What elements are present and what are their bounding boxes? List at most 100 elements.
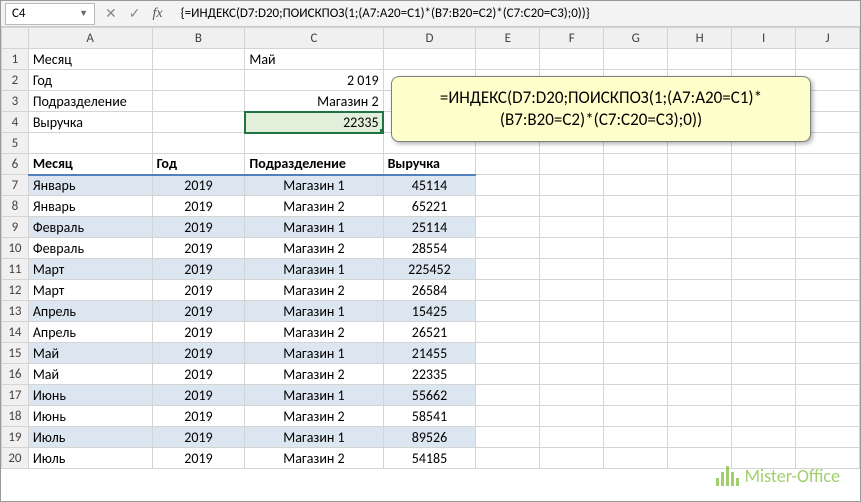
- cell-year[interactable]: 2019: [152, 427, 245, 448]
- cell-year[interactable]: 2019: [152, 448, 245, 469]
- table-header-year[interactable]: Год: [152, 154, 245, 175]
- row-header-19[interactable]: 19: [2, 427, 29, 448]
- cell-year[interactable]: 2019: [152, 217, 245, 238]
- cell-month[interactable]: Май: [28, 343, 152, 364]
- cell-month[interactable]: Июль: [28, 427, 152, 448]
- cell-rev[interactable]: 65221: [383, 196, 476, 217]
- row-header-7[interactable]: 7: [2, 175, 29, 196]
- cell-dept[interactable]: Магазин 1: [245, 259, 383, 280]
- row-header-17[interactable]: 17: [2, 385, 29, 406]
- col-header-J[interactable]: J: [796, 28, 860, 49]
- cell-year[interactable]: 2019: [152, 406, 245, 427]
- cell-month[interactable]: Апрель: [28, 301, 152, 322]
- cell-dept[interactable]: Магазин 1: [245, 427, 383, 448]
- select-all-corner[interactable]: [2, 28, 29, 49]
- cell-year[interactable]: 2019: [152, 196, 245, 217]
- row-header-13[interactable]: 13: [2, 301, 29, 322]
- row-header-12[interactable]: 12: [2, 280, 29, 301]
- cell-dept[interactable]: Магазин 2: [245, 196, 383, 217]
- cell-dept[interactable]: Магазин 1: [245, 343, 383, 364]
- col-header-I[interactable]: I: [732, 28, 796, 49]
- row-header-2[interactable]: 2: [2, 70, 29, 91]
- cell-month[interactable]: Июнь: [28, 385, 152, 406]
- cell-month[interactable]: Февраль: [28, 238, 152, 259]
- row-header-9[interactable]: 9: [2, 217, 29, 238]
- cell-year[interactable]: 2019: [152, 259, 245, 280]
- row-header-3[interactable]: 3: [2, 91, 29, 112]
- cell-month[interactable]: Март: [28, 280, 152, 301]
- cell-year[interactable]: 2019: [152, 175, 245, 196]
- row-header-20[interactable]: 20: [2, 448, 29, 469]
- cell-rev[interactable]: 58541: [383, 406, 476, 427]
- cell-rev[interactable]: 21455: [383, 343, 476, 364]
- cell-B1[interactable]: [152, 49, 245, 70]
- name-box[interactable]: C4 ▼: [5, 3, 95, 25]
- col-header-C[interactable]: C: [245, 28, 383, 49]
- cell-rev[interactable]: 15425: [383, 301, 476, 322]
- cell-month[interactable]: Февраль: [28, 217, 152, 238]
- cell-C4-selected[interactable]: 22335: [245, 112, 383, 133]
- cell-rev[interactable]: 22335: [383, 364, 476, 385]
- cell-year[interactable]: 2019: [152, 301, 245, 322]
- cell-dept[interactable]: Магазин 2: [245, 448, 383, 469]
- cell-A4[interactable]: Выручка: [28, 112, 152, 133]
- cell-C3[interactable]: Магазин 2: [245, 91, 383, 112]
- table-header-rev[interactable]: Выручка: [383, 154, 476, 175]
- row-header-4[interactable]: 4: [2, 112, 29, 133]
- cell-year[interactable]: 2019: [152, 322, 245, 343]
- cell-rev[interactable]: 25114: [383, 217, 476, 238]
- cell-rev[interactable]: 26584: [383, 280, 476, 301]
- col-header-H[interactable]: H: [668, 28, 732, 49]
- cell-A1[interactable]: Месяц: [28, 49, 152, 70]
- col-header-F[interactable]: F: [540, 28, 604, 49]
- row-header-5[interactable]: 5: [2, 133, 29, 154]
- cell-dept[interactable]: Магазин 2: [245, 364, 383, 385]
- fx-icon[interactable]: fx: [152, 6, 162, 22]
- row-header-1[interactable]: 1: [2, 49, 29, 70]
- col-header-B[interactable]: B: [152, 28, 245, 49]
- row-header-6[interactable]: 6: [2, 154, 29, 175]
- cell-dept[interactable]: Магазин 2: [245, 406, 383, 427]
- cell-A2[interactable]: Год: [28, 70, 152, 91]
- cell-year[interactable]: 2019: [152, 238, 245, 259]
- row-header-16[interactable]: 16: [2, 364, 29, 385]
- col-header-D[interactable]: D: [383, 28, 476, 49]
- cell-month[interactable]: Июнь: [28, 406, 152, 427]
- cell-year[interactable]: 2019: [152, 280, 245, 301]
- cell-month[interactable]: Январь: [28, 196, 152, 217]
- cell-month[interactable]: Март: [28, 259, 152, 280]
- col-header-G[interactable]: G: [604, 28, 668, 49]
- cell-rev[interactable]: 28554: [383, 238, 476, 259]
- cell-rev[interactable]: 26521: [383, 322, 476, 343]
- cell-dept[interactable]: Магазин 2: [245, 322, 383, 343]
- cell-month[interactable]: Январь: [28, 175, 152, 196]
- row-header-8[interactable]: 8: [2, 196, 29, 217]
- row-header-18[interactable]: 18: [2, 406, 29, 427]
- cell-dept[interactable]: Магазин 1: [245, 175, 383, 196]
- cell-year[interactable]: 2019: [152, 343, 245, 364]
- formula-input[interactable]: {=ИНДЕКС(D7:D20;ПОИСКПОЗ(1;(A7:A20=C1)*(…: [179, 6, 860, 21]
- cancel-icon[interactable]: ✕: [105, 5, 117, 22]
- cell-month[interactable]: Июль: [28, 448, 152, 469]
- row-header-15[interactable]: 15: [2, 343, 29, 364]
- cell-rev[interactable]: 225452: [383, 259, 476, 280]
- cell-C2[interactable]: 2 019: [245, 70, 383, 91]
- cell-A3[interactable]: Подразделение: [28, 91, 152, 112]
- cell-rev[interactable]: 54185: [383, 448, 476, 469]
- cell-C1[interactable]: Май: [245, 49, 383, 70]
- col-header-A[interactable]: A: [28, 28, 152, 49]
- cell-month[interactable]: Май: [28, 364, 152, 385]
- cell-year[interactable]: 2019: [152, 364, 245, 385]
- cell-dept[interactable]: Магазин 2: [245, 280, 383, 301]
- cell-dept[interactable]: Магазин 1: [245, 301, 383, 322]
- cell-B2[interactable]: [152, 70, 245, 91]
- col-header-E[interactable]: E: [476, 28, 540, 49]
- cell-dept[interactable]: Магазин 1: [245, 385, 383, 406]
- cell-B3[interactable]: [152, 91, 245, 112]
- table-header-dept[interactable]: Подразделение: [245, 154, 383, 175]
- row-header-14[interactable]: 14: [2, 322, 29, 343]
- cell-rev[interactable]: 45114: [383, 175, 476, 196]
- cell-D1[interactable]: [383, 49, 476, 70]
- cell-dept[interactable]: Магазин 1: [245, 217, 383, 238]
- cell-month[interactable]: Апрель: [28, 322, 152, 343]
